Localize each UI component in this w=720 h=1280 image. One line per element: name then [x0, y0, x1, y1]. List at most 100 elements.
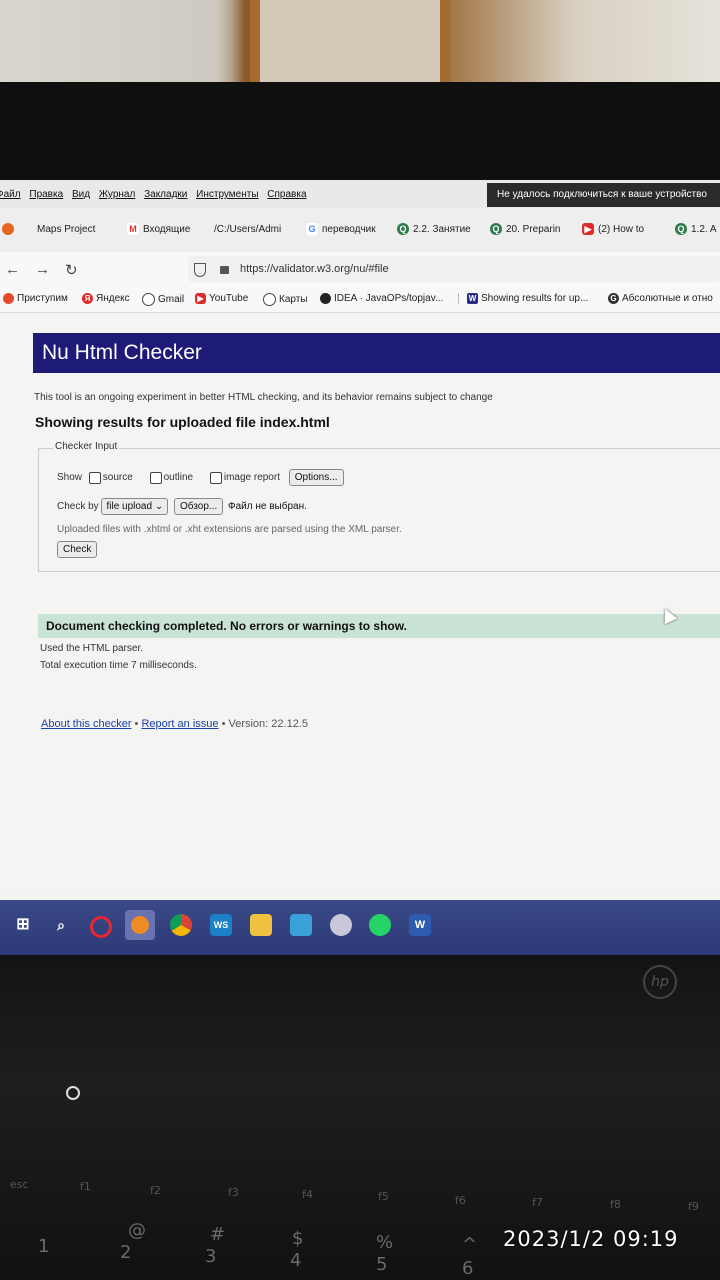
key-esc[interactable]: esc: [10, 1178, 29, 1191]
url-text[interactable]: https://validator.w3.org/nu/#file: [240, 256, 389, 282]
experiment-note: This tool is an ongoing experiment in be…: [34, 392, 493, 403]
source-checkbox[interactable]: [88, 471, 101, 484]
menu-tools[interactable]: Инструменты: [196, 189, 258, 200]
results-heading: Showing results for uploaded file index.…: [35, 414, 330, 430]
menu-help[interactable]: Справка: [267, 189, 306, 200]
key-hash[interactable]: #: [210, 1224, 225, 1245]
store-icon[interactable]: [290, 914, 312, 936]
chrome-icon[interactable]: [170, 914, 192, 936]
key-f2[interactable]: f2: [150, 1184, 161, 1197]
tab-how-to[interactable]: ▶ (2) How to: [582, 221, 644, 239]
tab-inbox[interactable]: M Входящие: [127, 221, 190, 239]
opera-icon[interactable]: [90, 916, 112, 938]
webstorm-icon[interactable]: WS: [210, 914, 232, 936]
page-title: Nu Html Checker: [33, 333, 720, 373]
source-label: source: [102, 472, 133, 484]
menu-view[interactable]: Вид: [72, 189, 90, 200]
key-f8[interactable]: f8: [610, 1198, 621, 1211]
bookmark-gmail[interactable]: Gmail: [142, 293, 184, 306]
image-report-checkbox[interactable]: [209, 471, 222, 484]
word-icon[interactable]: W: [409, 914, 431, 936]
chevron-down-icon: ⌄: [154, 501, 164, 512]
menu-bookmarks[interactable]: Закладки: [144, 189, 187, 200]
shield-icon[interactable]: [194, 263, 206, 277]
key-5[interactable]: 5: [376, 1254, 387, 1275]
key-f3[interactable]: f3: [228, 1186, 239, 1199]
tab-lesson-1-2[interactable]: Q 1.2. A: [675, 221, 717, 239]
forward-arrow-icon[interactable]: →: [35, 261, 50, 278]
back-arrow-icon[interactable]: ←: [5, 261, 20, 278]
checker-input-fieldset: Checker Input Show source outline image …: [38, 441, 720, 572]
navigation-bar: ← → ↻ https://validator.w3.org/nu/#file: [0, 252, 720, 288]
google-icon: G: [306, 223, 318, 236]
key-f7[interactable]: f7: [532, 1196, 543, 1209]
youtube-icon: ▶: [195, 293, 206, 304]
key-at[interactable]: @: [128, 1220, 146, 1241]
reload-icon[interactable]: ↻: [65, 261, 78, 279]
key-f4[interactable]: f4: [302, 1188, 313, 1201]
check-button[interactable]: Check: [57, 541, 98, 558]
about-link[interactable]: About this checker: [41, 718, 132, 730]
tab-preparing[interactable]: Q 20. Preparin: [490, 221, 560, 239]
key-percent[interactable]: %: [376, 1232, 393, 1253]
menu-edit[interactable]: Правка: [29, 189, 63, 200]
bookmark-yandex[interactable]: Я Яндекс: [82, 293, 130, 304]
whatsapp-icon[interactable]: [369, 914, 391, 936]
report-issue-link[interactable]: Report an issue: [141, 718, 218, 730]
check-by-row: Check by file upload ⌄ Обзор... Файл не …: [57, 498, 307, 515]
g-icon: G: [608, 293, 619, 304]
keyboard: esc f1 f2 f3 f4 f5 f6 f7 f8 f9 1 2 3 4 5…: [0, 1170, 720, 1280]
show-label: Show: [57, 472, 83, 484]
lock-icon[interactable]: [220, 266, 229, 274]
firefox-menu-icon[interactable]: [2, 221, 18, 239]
bookmark-maps[interactable]: Карты: [263, 293, 308, 306]
app-icon[interactable]: [330, 914, 352, 936]
page-content: Nu Html Checker This tool is an ongoing …: [0, 313, 720, 893]
key-4[interactable]: 4: [290, 1250, 301, 1271]
key-f9[interactable]: f9: [688, 1200, 699, 1213]
search-icon[interactable]: ⌕: [50, 914, 72, 936]
bookmark-start[interactable]: Приступим: [3, 293, 68, 304]
options-button[interactable]: Options...: [288, 469, 344, 486]
photo-timestamp: 2023/1/2 09:19: [503, 1227, 679, 1251]
key-6[interactable]: 6: [462, 1258, 473, 1279]
key-2[interactable]: 2: [120, 1242, 131, 1263]
laptop-screen: Файл Правка Вид Журнал Закладки Инструме…: [0, 180, 720, 955]
firefox-icon: [2, 223, 14, 236]
tab-lesson-2-2[interactable]: Q 2.2. Занятие: [397, 221, 471, 239]
success-message: Document checking completed. No errors o…: [38, 614, 720, 638]
notification-banner[interactable]: Не удалось подключиться к ваше устройств…: [487, 183, 720, 207]
windows-icon[interactable]: ⊞: [12, 914, 34, 936]
explorer-icon[interactable]: [250, 914, 272, 936]
check-by-select[interactable]: file upload ⌄: [101, 498, 169, 515]
check-by-label: Check by: [57, 501, 99, 513]
power-icon: [66, 1086, 80, 1100]
bookmark-absolute[interactable]: G Абсолютные и отно: [608, 293, 713, 304]
tab-translator[interactable]: Gпереводчик: [306, 221, 376, 239]
outline-checkbox[interactable]: [149, 471, 162, 484]
firefox-taskbar-button[interactable]: [125, 910, 155, 940]
bookmark-showing-results[interactable]: W Showing results for up...: [458, 293, 588, 305]
key-dollar[interactable]: $: [292, 1228, 303, 1249]
q-icon: Q: [675, 223, 687, 236]
bookmark-idea[interactable]: IDEA · JavaOPs/topjav...: [320, 293, 443, 304]
key-1[interactable]: 1: [38, 1236, 49, 1257]
key-f6[interactable]: f6: [455, 1194, 466, 1207]
checker-input-legend: Checker Input: [53, 441, 120, 452]
url-bar[interactable]: https://validator.w3.org/nu/#file: [188, 256, 720, 282]
browse-button[interactable]: Обзор...: [174, 498, 224, 515]
youtube-icon: ▶: [582, 223, 594, 236]
key-f5[interactable]: f5: [378, 1190, 389, 1203]
q-icon: Q: [490, 223, 502, 236]
bookmark-youtube[interactable]: ▶ YouTube: [195, 293, 248, 304]
menu-file[interactable]: Файл: [0, 189, 21, 200]
hp-logo-icon: hp: [643, 965, 677, 999]
menu-history[interactable]: Журнал: [99, 189, 136, 200]
tab-maps-project[interactable]: Maps Project: [37, 221, 95, 239]
execution-time: Total execution time 7 milliseconds.: [40, 660, 197, 671]
bookmarks-bar: Приступим Я Яндекс Gmail ▶ YouTube Карты I…: [0, 288, 720, 313]
key-f1[interactable]: f1: [80, 1180, 91, 1193]
key-3[interactable]: 3: [205, 1246, 216, 1267]
tab-local-file[interactable]: /C:/Users/Admi: [214, 221, 281, 239]
key-caret[interactable]: ^: [462, 1234, 477, 1255]
